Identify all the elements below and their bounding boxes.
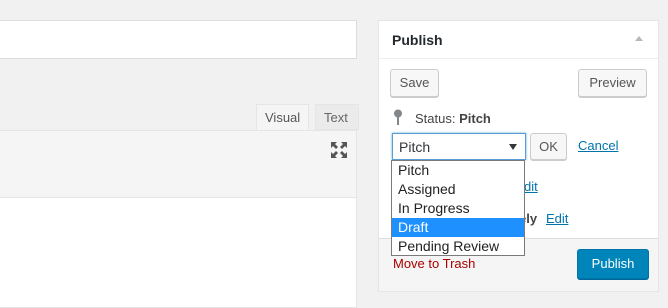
status-value: Pitch — [459, 111, 491, 126]
status-option-in-progress[interactable]: In Progress — [392, 199, 524, 218]
status-prefix: Status: — [415, 111, 460, 126]
cancel-link[interactable]: Cancel — [578, 138, 618, 153]
status-option-draft[interactable]: Draft — [392, 218, 524, 237]
editor-content-area[interactable] — [0, 198, 357, 308]
publish-title: Publish — [392, 32, 443, 48]
tab-text[interactable]: Text — [315, 104, 359, 130]
tab-visual[interactable]: Visual — [256, 104, 309, 130]
status-option-assigned[interactable]: Assigned — [392, 180, 524, 199]
status-dropdown-list: Pitch Assigned In Progress Draft Pending… — [391, 160, 525, 256]
collapse-arrow-icon[interactable] — [635, 36, 643, 41]
ok-button[interactable]: OK — [530, 133, 567, 160]
save-draft-button[interactable]: Save — [390, 69, 439, 97]
pin-icon — [394, 109, 402, 125]
status-option-pending-review[interactable]: Pending Review — [392, 237, 524, 256]
publish-header: Publish — [379, 21, 658, 59]
edit-schedule-link[interactable]: Edit — [546, 211, 568, 226]
preview-button[interactable]: Preview — [578, 69, 647, 97]
status-select-value: Pitch — [399, 139, 431, 155]
chevron-down-icon — [509, 144, 517, 150]
publish-button[interactable]: Publish — [577, 249, 649, 279]
fullscreen-icon[interactable] — [330, 141, 348, 159]
status-label: Status: Pitch — [415, 111, 491, 126]
status-select[interactable]: Pitch — [392, 133, 526, 160]
post-title-input[interactable] — [0, 20, 357, 59]
move-to-trash-link[interactable]: Move to Trash — [393, 256, 475, 271]
status-option-pitch[interactable]: Pitch — [392, 161, 524, 180]
editor-toolbar — [0, 130, 357, 198]
edit-visibility-link[interactable]: dit — [524, 179, 538, 194]
